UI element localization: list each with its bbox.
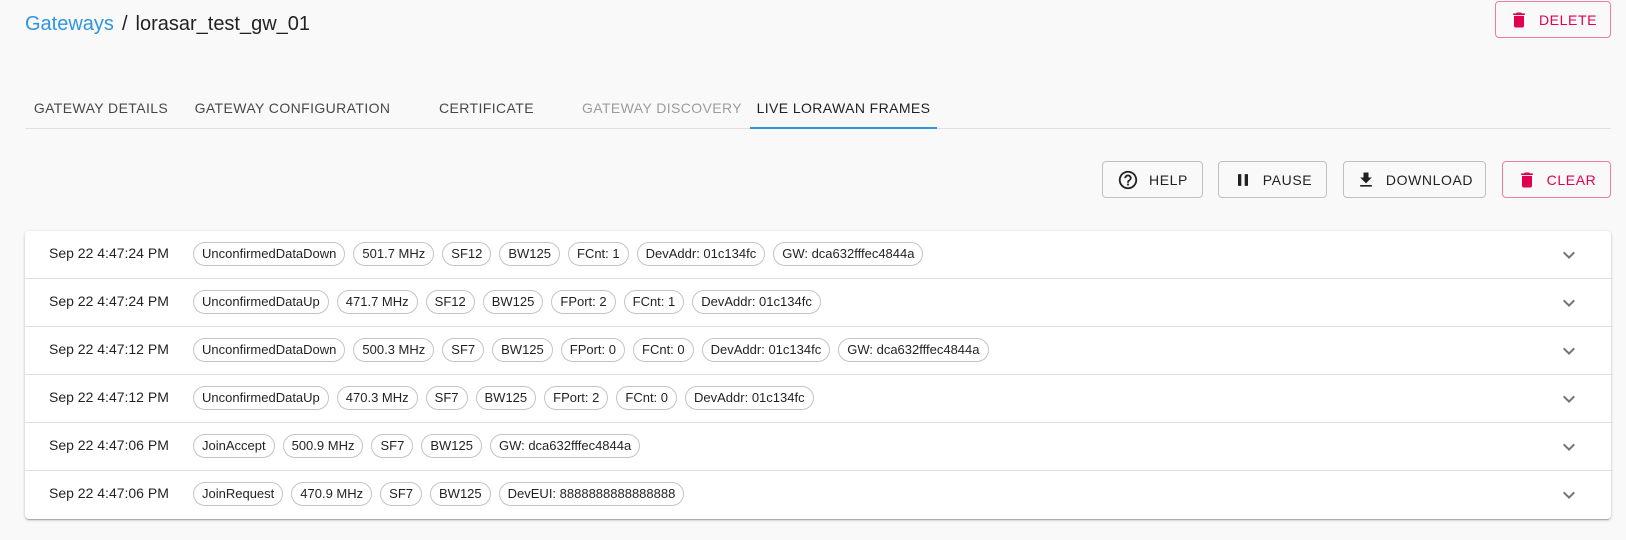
frame-chip: 500.9 MHz (282, 434, 364, 458)
frame-chip: SF12 (442, 242, 492, 266)
frame-chips: UnconfirmedDataUp 471.7 MHz SF12 BW125 FPort… (193, 290, 821, 314)
frame-chip: UnconfirmedDataDown (193, 338, 346, 362)
help-button[interactable]: Help (1102, 161, 1203, 198)
frame-chip: SF12 (425, 290, 475, 314)
frame-chip: 470.9 MHz (291, 482, 373, 506)
frame-chip: DevAddr: 01c134fc (685, 386, 814, 410)
frame-chip: FCnt: 0 (633, 338, 694, 362)
frame-chip: DevEUI: 8888888888888888 (498, 482, 685, 506)
frame-chips: UnconfirmedDataDown 501.7 MHz SF12 BW125 FCn… (193, 242, 924, 266)
frame-timestamp: Sep 22 4:47:12 PM (49, 389, 169, 405)
tab-indicator (750, 127, 937, 129)
frame-chip: FPort: 2 (551, 290, 616, 314)
frame-chip: BW125 (499, 242, 560, 266)
frame-timestamp: Sep 22 4:47:06 PM (49, 485, 169, 501)
delete-button-label: Delete (1538, 11, 1598, 28)
frame-chip: BW125 (482, 290, 544, 314)
frame-chip: DevAddr: 01c134fc (636, 242, 766, 266)
pause-icon (1233, 170, 1253, 190)
help-icon (1117, 169, 1139, 191)
frame-chip: FCnt: 1 (623, 290, 685, 314)
frame-chip: UnconfirmedDataDown (193, 242, 346, 266)
breadcrumb-link-gateways[interactable]: Gateways (25, 13, 114, 36)
tab-live-lorawan-frames[interactable]: Live LoRaWAN Frames (750, 87, 937, 129)
page-title: lorasar_test_gw_01 (135, 13, 311, 35)
frame-chip: GW: dca632fffec4844a (489, 434, 641, 458)
frame-chip: FCnt: 1 (568, 242, 629, 266)
tab-certificate[interactable]: Certificate (399, 87, 574, 129)
frame-chip: 470.3 MHz (336, 386, 418, 410)
frame-chip: GW: dca632fffec4844a (838, 338, 989, 362)
frame-chip: SF7 (425, 386, 468, 410)
pause-button-label: Pause (1262, 171, 1313, 188)
chevron-down-icon[interactable] (1557, 387, 1581, 411)
breadcrumb: Gateways / lorasar_test_gw_01 (25, 13, 310, 36)
frame-timestamp: Sep 22 4:47:06 PM (49, 437, 169, 453)
help-button-label: Help (1149, 171, 1188, 188)
tab-gateway-configuration[interactable]: Gateway Configuration (186, 87, 399, 129)
frame-chips: JoinAccept 500.9 MHz SF7 BW125 GW: dca632fff… (193, 434, 641, 458)
frame-chip: DevAddr: 01c134fc (701, 338, 831, 362)
frame-timestamp: Sep 22 4:47:12 PM (49, 341, 169, 357)
chevron-down-icon[interactable] (1557, 291, 1581, 315)
chevron-down-icon[interactable] (1557, 483, 1581, 507)
frame-chip: 501.7 MHz (353, 242, 435, 266)
frame-row[interactable]: Sep 22 4:47:12 PM UnconfirmedDataDown 500.… (25, 327, 1611, 375)
download-button-label: Download (1385, 171, 1474, 188)
tab-gateway-details[interactable]: Gateway Details (25, 87, 177, 129)
frame-chip: FCnt: 0 (616, 386, 678, 410)
frame-timestamp: Sep 22 4:47:24 PM (49, 293, 169, 309)
frame-chip: SF7 (442, 338, 485, 362)
frame-chip: DevAddr: 01c134fc (692, 290, 821, 314)
frame-chip: BW125 (492, 338, 553, 362)
frame-row[interactable]: Sep 22 4:47:06 PM JoinAccept 500.9 MHz SF7 B… (25, 423, 1611, 471)
tab-bar: Gateway Details Gateway Configuration Ce… (25, 87, 1611, 129)
frame-chip: GW: dca632fffec4844a (773, 242, 924, 266)
frame-row[interactable]: Sep 22 4:47:24 PM UnconfirmedDataDown 501.… (25, 231, 1611, 279)
frame-chip: FPort: 0 (560, 338, 626, 362)
frame-chip: BW125 (421, 434, 482, 458)
frame-chips: UnconfirmedDataUp 470.3 MHz SF7 BW125 FPort:… (193, 386, 814, 410)
frame-chip: 500.3 MHz (353, 338, 435, 362)
frame-chip: UnconfirmedDataUp (193, 386, 329, 410)
frame-timestamp: Sep 22 4:47:24 PM (49, 245, 169, 261)
frame-chip: 471.7 MHz (336, 290, 418, 314)
frame-chips: JoinRequest 470.9 MHz SF7 BW125 DevEUI: 8888… (193, 482, 685, 506)
tab-gateway-discovery: Gateway Discovery (581, 100, 743, 116)
chevron-down-icon[interactable] (1557, 243, 1581, 267)
clear-button[interactable]: Clear (1502, 161, 1611, 198)
chevron-down-icon[interactable] (1557, 435, 1581, 459)
frame-chip: BW125 (475, 386, 537, 410)
frame-chip: SF7 (371, 434, 414, 458)
pause-button[interactable]: Pause (1218, 161, 1327, 198)
breadcrumb-separator: / (121, 13, 128, 35)
frame-chip: SF7 (380, 482, 422, 506)
download-button[interactable]: Download (1343, 161, 1486, 198)
delete-button[interactable]: Delete (1495, 1, 1611, 38)
frame-chip: UnconfirmedDataUp (193, 290, 329, 314)
trash-icon (1509, 9, 1529, 31)
clear-button-label: Clear (1546, 171, 1597, 188)
trash-icon (1517, 169, 1537, 191)
frame-chip: JoinAccept (193, 434, 275, 458)
download-icon (1356, 170, 1376, 190)
frame-chip: BW125 (430, 482, 491, 506)
frame-row[interactable]: Sep 22 4:47:12 PM UnconfirmedDataUp 470.3 … (25, 375, 1611, 423)
frame-row[interactable]: Sep 22 4:47:24 PM UnconfirmedDataUp 471.7 … (25, 279, 1611, 327)
frames-list: Sep 22 4:47:24 PM UnconfirmedDataDown 501.… (25, 231, 1611, 519)
frame-chips: UnconfirmedDataDown 500.3 MHz SF7 BW125 FPor… (193, 338, 989, 362)
frame-chip: JoinRequest (193, 482, 284, 506)
frame-row[interactable]: Sep 22 4:47:06 PM JoinRequest 470.9 MHz SF7… (25, 471, 1611, 519)
chevron-down-icon[interactable] (1557, 339, 1581, 363)
frame-chip: FPort: 2 (544, 386, 609, 410)
